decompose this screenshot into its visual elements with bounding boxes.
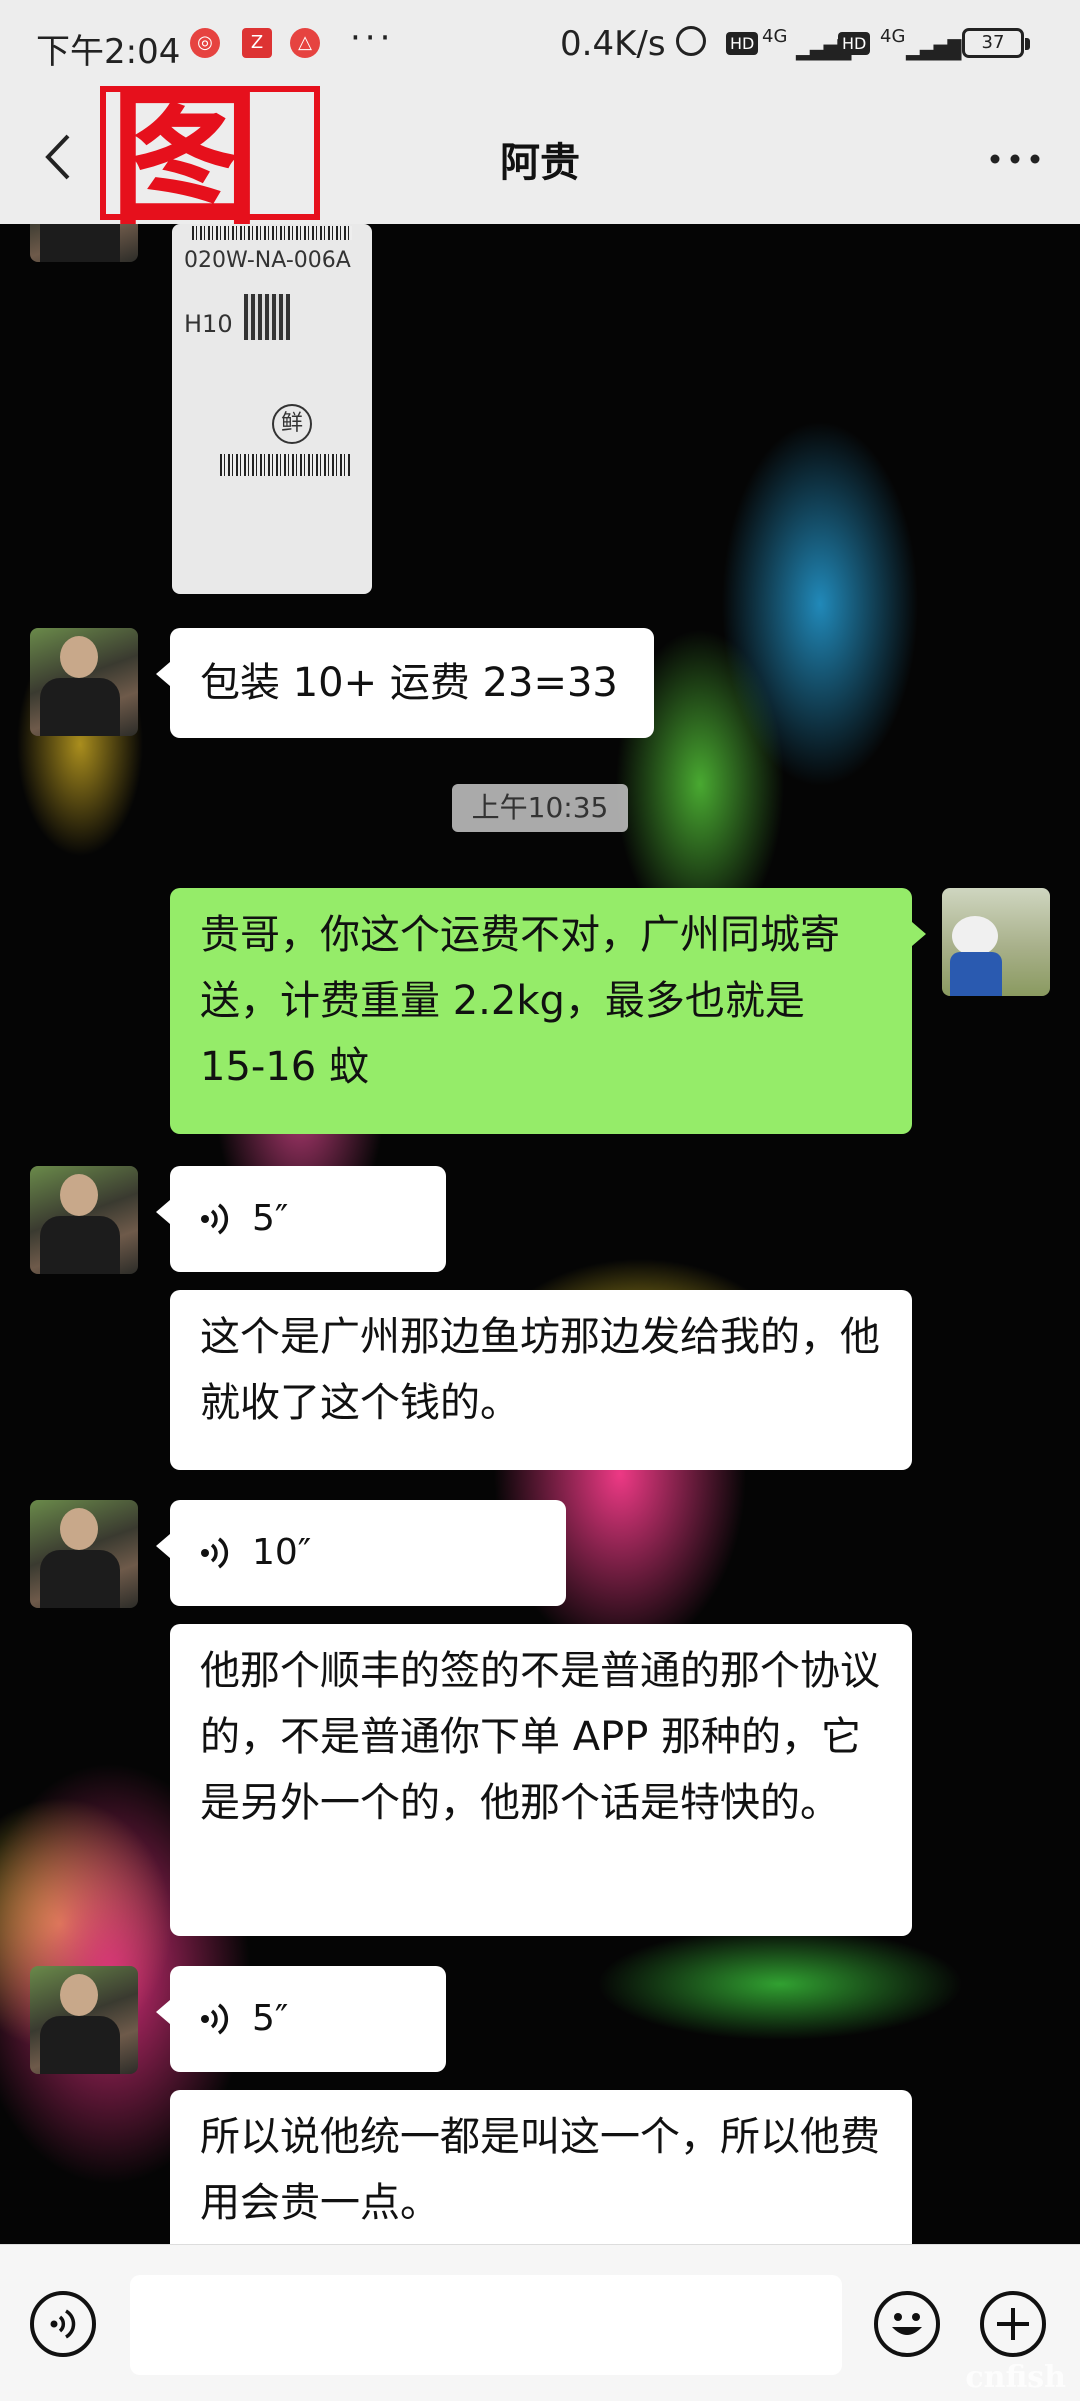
plus-icon: [997, 2308, 1029, 2340]
more-notifications-icon: ···: [350, 18, 395, 58]
voice-duration: 10″: [252, 1532, 312, 1573]
message-bubble-right[interactable]: 贵哥，你这个运费不对，广州同城寄送，计费重量 2.2kg，最多也就是 15-16…: [170, 888, 926, 1134]
battery-icon: 37: [962, 28, 1030, 58]
chat-timestamp: 上午10:35: [452, 784, 628, 832]
chat-header: 图4 阿贵: [0, 84, 1080, 368]
chat-title: 阿贵: [500, 140, 580, 186]
contact-avatar[interactable]: [30, 224, 138, 262]
voice-wave-icon: [201, 1537, 229, 1569]
status-time: 下午2:04: [36, 32, 181, 72]
signal-icon: 4G: [762, 26, 788, 47]
chat-area[interactable]: 020W-NA-006A H10 鲜 包装 10+ 运费 23=33 上午10:…: [0, 224, 1080, 2244]
fresh-seal: 鲜: [272, 404, 312, 444]
more-functions-button[interactable]: [980, 2291, 1046, 2357]
package-code: 020W-NA-006A: [184, 248, 351, 273]
voice-duration: 5″: [252, 1998, 289, 2039]
voice-input-icon: [50, 2309, 76, 2339]
package-station: H10: [184, 310, 233, 338]
voice-input-button[interactable]: [30, 2291, 96, 2357]
alarm-icon: [676, 26, 706, 56]
contact-avatar[interactable]: [30, 1966, 138, 2074]
hd-badge: HD: [726, 32, 759, 55]
message-bubble-left[interactable]: 他那个顺丰的签的不是普通的那个协议的，不是普通你下单 APP 那种的，它是另外一…: [170, 1624, 912, 1936]
site-watermark: cnfish: [965, 2360, 1066, 2395]
hd-badge-2: HD: [838, 32, 871, 55]
barcode-graphic-2: [220, 454, 350, 476]
package-label-image[interactable]: 020W-NA-006A H10 鲜: [172, 224, 372, 594]
app-notification-icon: Z: [242, 28, 272, 58]
contact-avatar[interactable]: [30, 628, 138, 736]
mall-notification-icon: △: [290, 28, 320, 58]
voice-message[interactable]: 5″: [156, 1966, 446, 2072]
my-avatar[interactable]: [942, 888, 1050, 996]
voice-wave-icon: [201, 1203, 229, 1235]
barcode-graphic: [192, 226, 352, 240]
message-bubble-left[interactable]: 包装 10+ 运费 23=33: [156, 628, 654, 738]
voice-duration: 5″: [252, 1198, 289, 1239]
signal-icon-2: 4G: [880, 26, 906, 47]
signal-bars-icon-2: ▂▄▆█: [906, 40, 962, 61]
voice-message[interactable]: 5″: [156, 1166, 446, 1272]
contact-avatar[interactable]: [30, 1500, 138, 1608]
qr-code-graphic: [244, 294, 290, 340]
message-bubble-left[interactable]: 这个是广州那边鱼坊那边发给我的，他就收了这个钱的。: [170, 1290, 912, 1470]
voice-wave-icon: [201, 2003, 229, 2035]
emoji-icon: [892, 2313, 922, 2335]
voice-message[interactable]: 10″: [156, 1500, 566, 1606]
message-bubble-left[interactable]: 所以说他统一都是叫这一个，所以他费用会贵一点。: [170, 2090, 912, 2244]
message-input[interactable]: [130, 2275, 842, 2375]
weibo-notification-icon: ◎: [190, 28, 220, 58]
input-bar: cnfish: [0, 2244, 1080, 2401]
network-speed: 0.4K/s: [560, 24, 666, 64]
more-options-icon[interactable]: [990, 154, 1040, 164]
emoji-button[interactable]: [874, 2291, 940, 2357]
contact-avatar[interactable]: [30, 1166, 138, 1274]
